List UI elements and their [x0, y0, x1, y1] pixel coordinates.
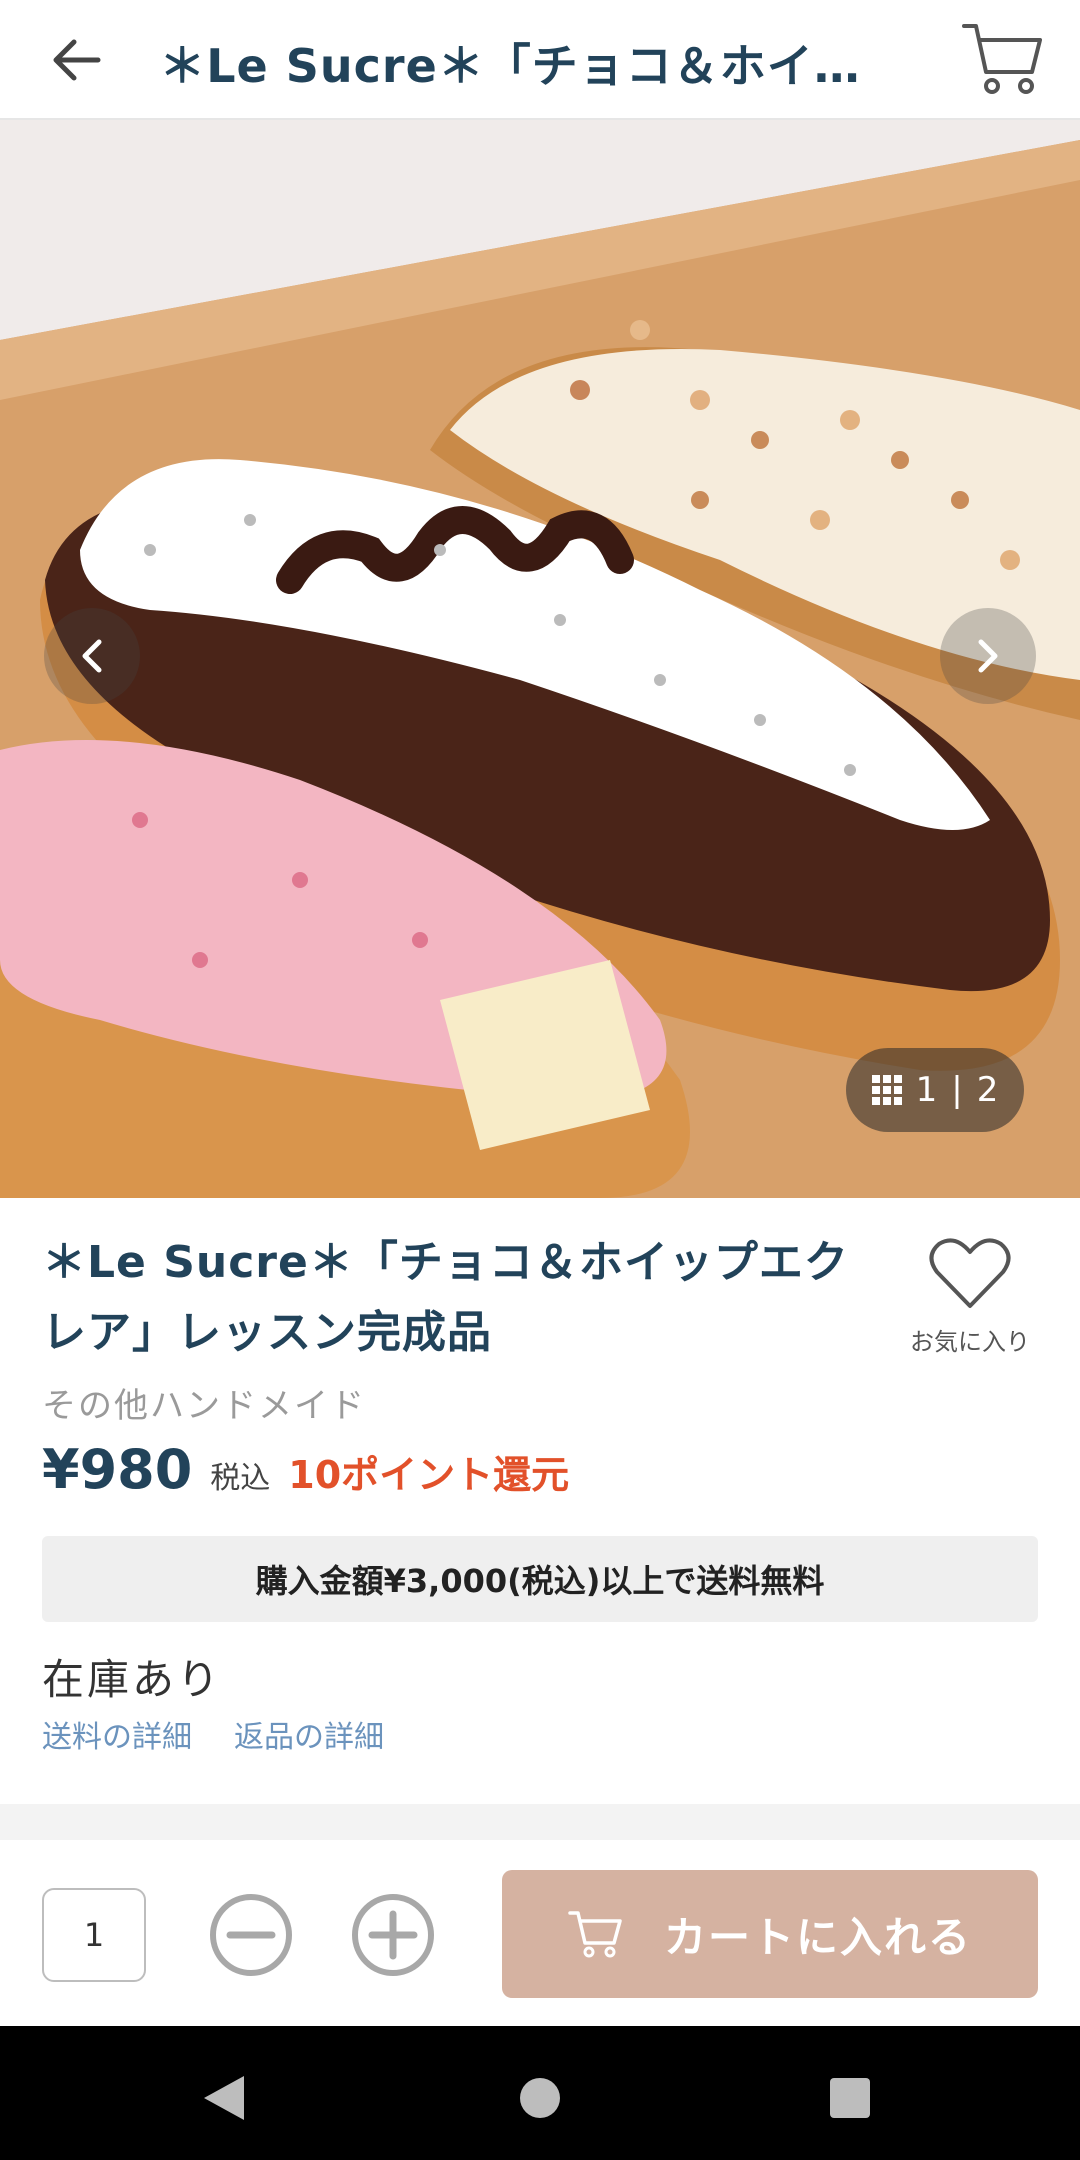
cart-icon: [962, 24, 1042, 94]
plus-circle-icon: [352, 1894, 434, 1976]
counter-total: 2: [976, 1070, 999, 1110]
counter-current: 1: [915, 1070, 938, 1110]
quantity-input[interactable]: 1: [42, 1888, 146, 1982]
gallery-prev-button[interactable]: [44, 608, 140, 704]
back-button[interactable]: [40, 28, 112, 92]
arrow-left-icon: [53, 39, 101, 81]
free-shipping-banner: 購入金額¥3,000(税込)以上で送料無料: [42, 1536, 1038, 1622]
minus-circle-icon: [210, 1894, 292, 1976]
shipping-details-link[interactable]: 送料の詳細: [42, 1712, 192, 1756]
return-details-link[interactable]: 返品の詳細: [234, 1712, 384, 1756]
app-header: ＊Le Sucre＊「チョコ＆ホイ…: [0, 0, 1080, 120]
grid-icon: [871, 1075, 902, 1105]
chevron-left-icon: [82, 639, 102, 673]
cart-icon: [568, 1911, 622, 1958]
favorite-label: お気に入り: [910, 1328, 1030, 1356]
section-divider: [0, 1804, 1080, 1840]
favorite-button[interactable]: お気に入り: [900, 1236, 1040, 1366]
system-recents-icon[interactable]: [830, 2078, 870, 2118]
header-title: ＊Le Sucre＊「チョコ＆ホイ…: [159, 39, 861, 92]
add-to-cart-label: カートに入れる: [663, 1912, 972, 1962]
product-image-gallery[interactable]: 1 | 2: [0, 120, 1080, 1198]
points-label: 10ポイント還元: [288, 1453, 570, 1497]
tax-label: 税込: [210, 1461, 271, 1496]
system-navigation-bar: [0, 2026, 1080, 2160]
price-row: ¥980 税込 10ポイント還元: [42, 1438, 569, 1501]
image-counter[interactable]: 1 | 2: [846, 1048, 1024, 1132]
stock-status: 在庫あり: [42, 1655, 223, 1704]
counter-separator: |: [951, 1070, 963, 1110]
add-to-cart-button[interactable]: カートに入れる: [502, 1870, 1038, 1998]
product-title: ＊Le Sucre＊「チョコ＆ホイップエクレア」レッスン完成品: [42, 1237, 849, 1358]
system-home-icon[interactable]: [520, 2078, 560, 2118]
header-cart-button[interactable]: [960, 18, 1046, 102]
gallery-next-button[interactable]: [940, 608, 1036, 704]
product-category[interactable]: その他ハンドメイド: [42, 1378, 366, 1427]
product-price: ¥980: [42, 1438, 193, 1501]
chevron-right-icon: [978, 639, 998, 673]
detail-links: 送料の詳細 返品の詳細: [42, 1712, 384, 1756]
heart-icon: [929, 1238, 1011, 1308]
increase-quantity-button[interactable]: [350, 1892, 436, 1978]
decrease-quantity-button[interactable]: [208, 1892, 294, 1978]
system-back-icon[interactable]: [204, 2076, 244, 2120]
product-photo: [0, 120, 1080, 1198]
